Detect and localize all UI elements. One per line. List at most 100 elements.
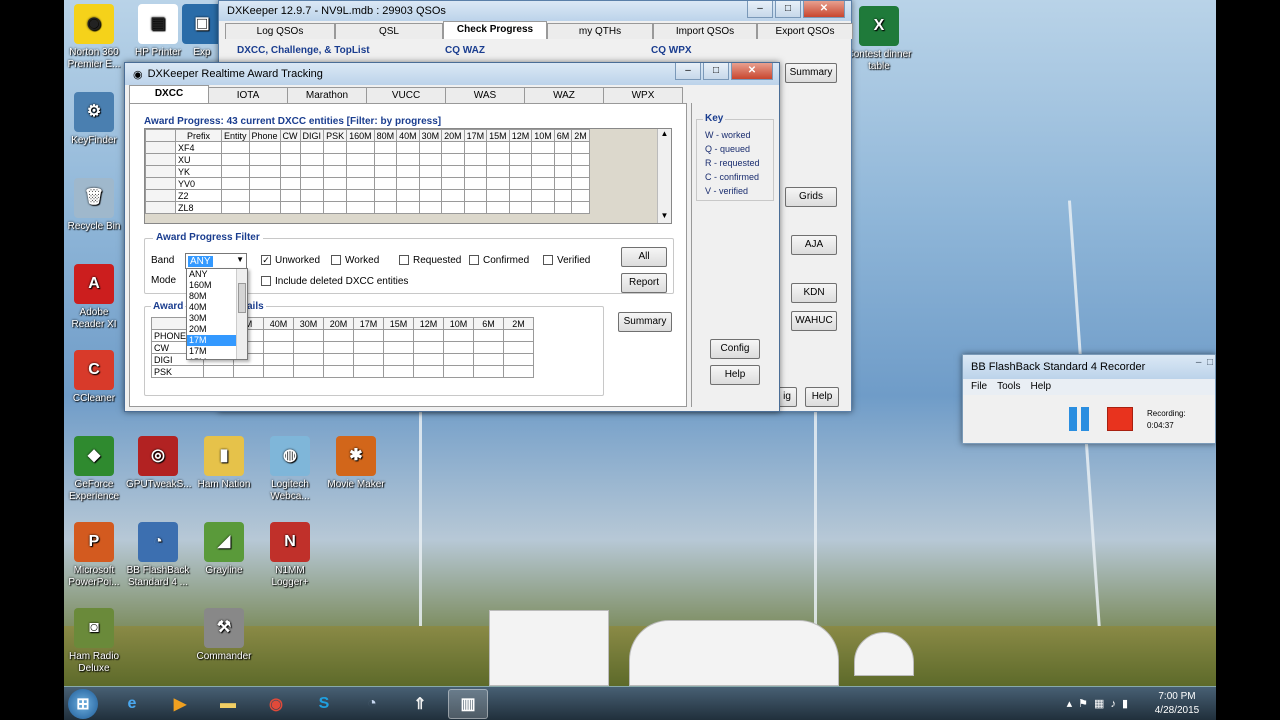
recorder-menu-help[interactable]: Help xyxy=(1030,381,1051,392)
progress-column-header[interactable]: Entity xyxy=(221,129,250,142)
progress-column-header[interactable]: 15M xyxy=(486,129,510,142)
table-row[interactable]: ZL8 xyxy=(145,201,590,214)
internet-explorer-icon[interactable]: e xyxy=(112,689,152,719)
award-tab-iota[interactable]: IOTA xyxy=(208,87,288,103)
filter-unworked-checkbox[interactable]: ✓ Unworked xyxy=(261,255,320,266)
recorder-menu-file[interactable]: File xyxy=(971,381,987,392)
progress-column-header[interactable]: CW xyxy=(279,129,301,142)
stop-icon[interactable] xyxy=(1107,407,1133,431)
progress-column-header[interactable]: 6M xyxy=(553,129,573,142)
progress-column-header[interactable]: 2M xyxy=(571,129,590,142)
start-button-icon[interactable]: ⊞ xyxy=(68,689,98,719)
band-option[interactable]: 30M xyxy=(187,313,237,324)
main-tab-my-qths[interactable]: my QTHs xyxy=(547,23,653,39)
progress-column-header[interactable]: 12M xyxy=(508,129,533,142)
band-option[interactable]: 17M xyxy=(187,346,237,357)
band-select[interactable]: ANY ▼ xyxy=(185,253,247,269)
progress-column-header[interactable]: DIGI xyxy=(299,129,325,142)
table-row[interactable]: YV0 xyxy=(145,177,590,190)
grids-button[interactable]: Grids xyxy=(785,187,837,207)
maximize-icon[interactable]: □ xyxy=(775,1,801,18)
table-row[interactable]: Z2 xyxy=(145,189,590,202)
band-option[interactable]: 80M xyxy=(187,291,237,302)
hp-printer-icon[interactable]: ▤ HP Printer xyxy=(126,4,190,59)
norton-icon[interactable]: ◉ Norton 360 Premier E... xyxy=(64,4,126,71)
award-tab-wpx[interactable]: WPX xyxy=(603,87,683,103)
geforce-icon[interactable]: ◆ GeForce Experience xyxy=(64,436,126,503)
maximize-icon[interactable]: □ xyxy=(1207,357,1213,368)
filter-confirmed-checkbox[interactable]: Confirmed xyxy=(469,255,529,266)
filter-worked-checkbox[interactable]: Worked xyxy=(331,255,379,266)
config-button[interactable]: Config xyxy=(710,339,760,359)
details-summary-button[interactable]: Summary xyxy=(618,312,672,332)
dxkeeper-taskbar-icon[interactable]: ▥ xyxy=(448,689,488,719)
file-explorer-icon[interactable]: ▬ xyxy=(208,689,248,719)
main-tab-export-qsos[interactable]: Export QSOs xyxy=(757,23,853,39)
minimize-icon[interactable]: – xyxy=(1196,357,1202,368)
ham-nation-icon[interactable]: ▮ Ham Nation xyxy=(192,436,256,491)
filter-requested-checkbox[interactable]: Requested xyxy=(399,255,461,266)
band-option[interactable]: 20M xyxy=(187,324,237,335)
progress-column-header[interactable]: 17M xyxy=(463,129,488,142)
progress-column-header[interactable]: Phone xyxy=(248,129,281,142)
bb-flashback-icon[interactable]: ◔ BB FlashBack Standard 4 ... xyxy=(126,522,190,589)
progress-column-header[interactable]: 30M xyxy=(418,129,443,142)
progress-column-header[interactable]: 80M xyxy=(373,129,398,142)
scrollbar-thumb[interactable] xyxy=(238,283,246,313)
keyfinder-icon[interactable]: ⚙ KeyFinder xyxy=(64,92,126,147)
adobe-reader-icon[interactable]: A Adobe Reader XI xyxy=(64,264,126,331)
flashback-taskbar-icon[interactable]: ◔ xyxy=(352,689,392,719)
progress-column-header[interactable]: 160M xyxy=(346,129,375,142)
scroll-up-icon[interactable]: ▲ xyxy=(658,129,671,141)
summary-button[interactable]: Summary xyxy=(785,63,837,83)
band-option[interactable]: 160M xyxy=(187,280,237,291)
band-option[interactable]: 15M xyxy=(187,357,237,359)
progress-column-header[interactable]: 40M xyxy=(396,129,420,142)
main-tab-check-progress[interactable]: Check Progress xyxy=(443,21,547,39)
all-button[interactable]: All xyxy=(621,247,667,267)
progress-column-header[interactable]: Prefix xyxy=(175,129,222,142)
pause-icon[interactable] xyxy=(1069,407,1091,431)
help-button[interactable]: Help xyxy=(710,365,760,385)
band-option-highlighted[interactable]: 17M xyxy=(187,335,237,346)
main-tab-import-qsos[interactable]: Import QSOs xyxy=(653,23,757,39)
movie-maker-icon[interactable]: ✱ Movie Maker xyxy=(324,436,388,491)
contest-excel-icon[interactable]: X Contest dinner table xyxy=(844,6,914,73)
main-help-button[interactable]: Help xyxy=(805,387,839,407)
media-player-icon[interactable]: ▶ xyxy=(160,689,200,719)
report-button[interactable]: Report xyxy=(621,273,667,293)
recycle-bin-icon[interactable]: 🗑 Recycle Bin xyxy=(64,178,126,233)
award-tab-vucc[interactable]: VUCC xyxy=(366,87,446,103)
n1mm-logger-icon[interactable]: N N1MM Logger+ xyxy=(258,522,322,589)
recorder-menu-tools[interactable]: Tools xyxy=(997,381,1020,392)
minimize-icon[interactable]: – xyxy=(675,63,701,80)
explorer-icon[interactable]: ▣ Exp xyxy=(182,4,222,59)
band-dropdown-list[interactable]: ANY160M80M40M30M20M17M17M15M xyxy=(186,268,248,360)
award-tab-marathon[interactable]: Marathon xyxy=(287,87,367,103)
main-tab-log-qsos[interactable]: Log QSOs xyxy=(225,23,335,39)
show-hidden-icon[interactable]: ▴ xyxy=(1067,698,1079,710)
network-icon[interactable]: ▦ xyxy=(1094,698,1110,710)
chrome-icon[interactable]: ◉ xyxy=(256,689,296,719)
volume-icon[interactable]: ♪ xyxy=(1110,698,1122,710)
wahuc-button[interactable]: WAHUC xyxy=(791,311,837,331)
dropdown-scrollbar[interactable] xyxy=(236,269,247,359)
table-row[interactable]: XU xyxy=(145,153,590,166)
progress-column-header[interactable]: 10M xyxy=(531,129,555,142)
band-option[interactable]: 40M xyxy=(187,302,237,313)
close-icon[interactable]: ✕ xyxy=(731,63,773,80)
logitech-webcam-icon[interactable]: ◍ Logitech Webca... xyxy=(258,436,322,503)
filter-verified-checkbox[interactable]: Verified xyxy=(543,255,590,266)
table-row[interactable]: YK xyxy=(145,165,590,178)
close-icon[interactable]: ✕ xyxy=(803,1,845,18)
aja-button[interactable]: AJA xyxy=(791,235,837,255)
scroll-down-icon[interactable]: ▼ xyxy=(658,211,671,223)
award-tab-waz[interactable]: WAZ xyxy=(524,87,604,103)
progress-column-header[interactable]: 20M xyxy=(441,129,465,142)
main-tab-qsl[interactable]: QSL xyxy=(335,23,443,39)
launchpad-taskbar-icon[interactable]: ⇑ xyxy=(400,689,440,719)
band-option[interactable]: ANY xyxy=(187,269,237,280)
maximize-icon[interactable]: □ xyxy=(703,63,729,80)
flag-icon[interactable]: ⚑ xyxy=(1078,698,1094,710)
progress-scrollbar[interactable]: ▲ ▼ xyxy=(657,129,671,223)
